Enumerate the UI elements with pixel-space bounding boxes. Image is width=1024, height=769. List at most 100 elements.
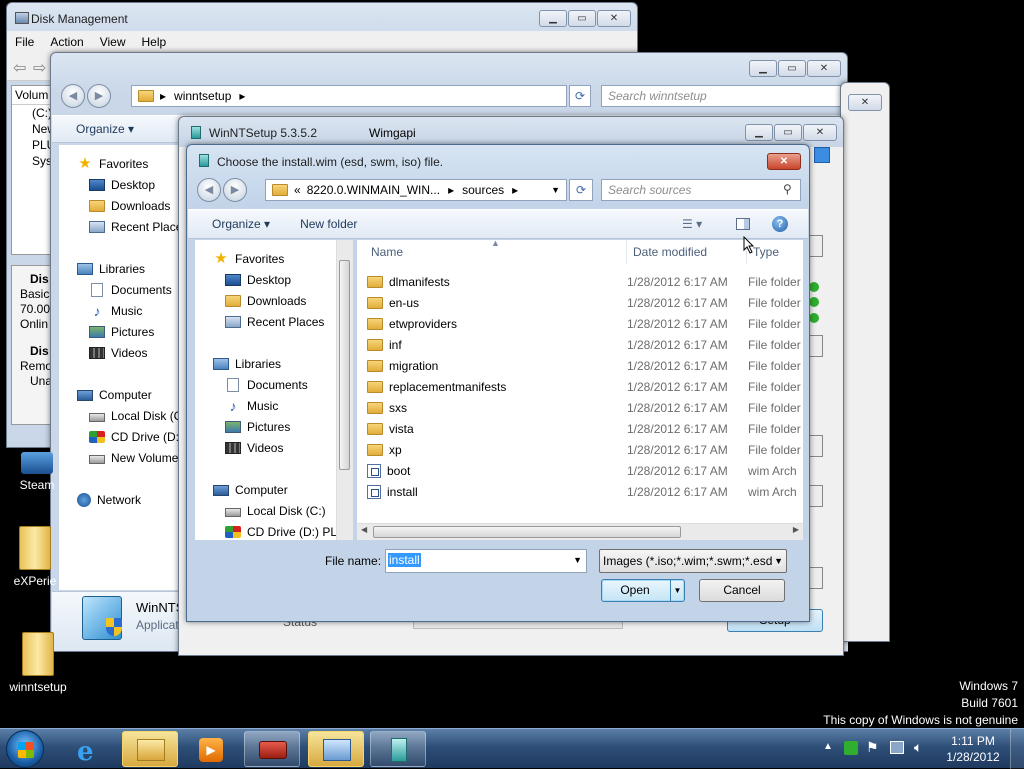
dialog-search-input[interactable]: Search sources [601,179,801,201]
menu-view[interactable]: View [100,35,126,49]
clock-time[interactable]: 1:11 PM [946,734,1000,748]
nav-new-volume[interactable]: New Volume [89,451,178,465]
nav-network[interactable]: Network [77,493,141,507]
explorer-search-input[interactable]: Search winntsetup [601,85,841,107]
desktop-icon-winntsetup[interactable]: winntsetup [3,632,73,694]
file-row[interactable]: boot 1/28/2012 6:17 AM wim Arch [357,460,797,481]
dialog-nav-documents[interactable]: Documents [225,378,308,392]
dialog-refresh-icon[interactable]: ⟳ [569,179,593,201]
forward-button[interactable]: ▶ [87,84,111,108]
file-row[interactable]: xp 1/28/2012 6:17 AM File folder [357,439,801,460]
tray-volume-icon[interactable]: 🔈︎ [914,739,922,756]
option-dropdown[interactable] [809,485,823,507]
dm-volume-plu[interactable]: PLU [12,137,50,153]
minimize-button[interactable]: ▁ [749,60,777,77]
file-name-input[interactable]: install ▼ [385,549,587,573]
breadcrumb-sources[interactable]: sources [462,183,504,197]
dialog-nav-desktop[interactable]: Desktop [225,273,291,287]
nav-pictures[interactable]: Pictures [89,325,154,339]
back-button[interactable]: ◀ [61,84,85,108]
desktop-icon-experience[interactable]: eXPerie [0,526,70,588]
nav-favorites[interactable]: ★ Favorites [77,156,148,171]
menu-action[interactable]: Action [50,35,83,49]
start-button[interactable] [6,730,44,768]
dialog-close-button[interactable]: ✕ [767,153,801,170]
explorer-address-bar[interactable]: ▸ winntsetup ▸ [131,85,567,107]
dialog-nav-computer[interactable]: Computer [213,483,288,497]
nav-videos[interactable]: Videos [89,346,147,360]
dm-volume-new[interactable]: New [12,121,50,137]
tray-security-icon[interactable] [844,741,858,755]
nav-music[interactable]: ♪ Music [89,304,143,318]
taskbar-media-player[interactable]: ▶ [182,731,238,767]
help-icon[interactable]: ? [772,216,788,232]
breadcrumb-build[interactable]: 8220.0.WINMAIN_WIN... [307,183,440,197]
nav-desktop[interactable]: Desktop [89,178,155,192]
column-header-type[interactable]: Type [747,240,803,264]
file-row[interactable]: inf 1/28/2012 6:17 AM File folder [357,334,801,355]
nav-documents[interactable]: Documents [89,283,172,297]
open-split-arrow-icon[interactable]: ▼ [670,580,684,601]
file-list-scrollbar[interactable]: ◀ ▶ [357,523,803,540]
file-row[interactable]: en-us 1/28/2012 6:17 AM File folder [357,292,801,313]
file-row[interactable]: migration 1/28/2012 6:17 AM File folder [357,355,801,376]
dialog-nav-downloads[interactable]: Downloads [225,294,306,308]
file-row[interactable]: install 1/28/2012 6:17 AM wim Arch [357,481,797,502]
nav-pane-scrollbar[interactable] [336,240,353,540]
dialog-nav-recent[interactable]: Recent Places [225,315,324,329]
nav-downloads[interactable]: Downloads [89,199,170,213]
menu-file[interactable]: File [15,35,34,49]
taskbar-disk-management[interactable] [308,731,364,767]
back-arrow-icon[interactable]: ⇦ [13,58,26,78]
maximize-button[interactable]: ▭ [778,60,806,77]
maximize-button[interactable]: ▭ [568,10,596,27]
close-button[interactable]: ✕ [848,94,882,111]
forward-arrow-icon[interactable]: ⇨ [33,58,46,78]
file-row[interactable]: vista 1/28/2012 6:17 AM File folder [357,418,801,439]
file-type-select[interactable]: Images (*.iso;*.wim;*.swm;*.esd ▼ [599,549,787,573]
dialog-nav-libraries[interactable]: Libraries [213,357,281,371]
menu-help[interactable]: Help [142,35,167,49]
open-button[interactable]: Open ▼ [601,579,685,602]
address-dropdown-icon[interactable]: ▼ [551,185,560,195]
minimize-button[interactable]: ▁ [745,124,773,141]
preview-pane-icon[interactable] [736,218,750,230]
desktop-icon-steam[interactable]: Steam [2,452,72,492]
dialog-forward-button[interactable]: ▶ [223,178,247,202]
option-button-1[interactable] [809,235,823,257]
taskbar-winntsetup[interactable] [370,731,426,767]
close-button[interactable]: ✕ [807,60,841,77]
close-button[interactable]: ✕ [597,10,631,27]
dialog-address-bar[interactable]: « 8220.0.WINMAIN_WIN... ▸ sources ▸ ▼ [265,179,567,201]
explorer-organize-button[interactable]: Organize ▾ [76,122,134,136]
new-folder-button[interactable]: New folder [300,217,357,231]
option-button-2[interactable] [809,335,823,357]
file-row[interactable]: dlmanifests 1/28/2012 6:17 AM File folder [357,271,801,292]
nav-libraries[interactable]: Libraries [77,262,145,276]
taskbar-ie[interactable]: e [62,731,118,767]
option-button-3[interactable] [809,435,823,457]
dm-volume-syst[interactable]: Syst [12,153,50,169]
dialog-nav-pictures[interactable]: Pictures [225,420,290,434]
dialog-organize-button[interactable]: Organize ▾ [212,217,270,231]
file-row[interactable]: sxs 1/28/2012 6:17 AM File folder [357,397,801,418]
option-button-4[interactable] [809,567,823,589]
view-options-icon[interactable]: ☰ ▾ [682,217,702,231]
column-header-date[interactable]: Date modified [627,240,747,264]
breadcrumb-overflow[interactable]: « [294,183,301,197]
nav-computer[interactable]: Computer [77,388,152,402]
nav-recent[interactable]: Recent Places [89,220,187,234]
nav-local-disk[interactable]: Local Disk (C [89,409,182,423]
show-desktop-button[interactable] [1010,729,1024,769]
maximize-button[interactable]: ▭ [774,124,802,141]
tray-action-center-icon[interactable]: ⚑ [866,739,879,756]
dialog-back-button[interactable]: ◀ [197,178,221,202]
tray-expand-icon[interactable]: ▲ [823,741,833,752]
tray-network-icon[interactable] [890,741,904,754]
close-button[interactable]: ✕ [803,124,837,141]
clock-date[interactable]: 1/28/2012 [942,750,1004,764]
dialog-nav-local-disk[interactable]: Local Disk (C:) [225,504,326,518]
dialog-nav-cd-drive[interactable]: CD Drive (D:) PLU [225,525,346,539]
minimize-button[interactable]: ▁ [539,10,567,27]
nav-cd-drive[interactable]: CD Drive (D:) [89,430,183,444]
